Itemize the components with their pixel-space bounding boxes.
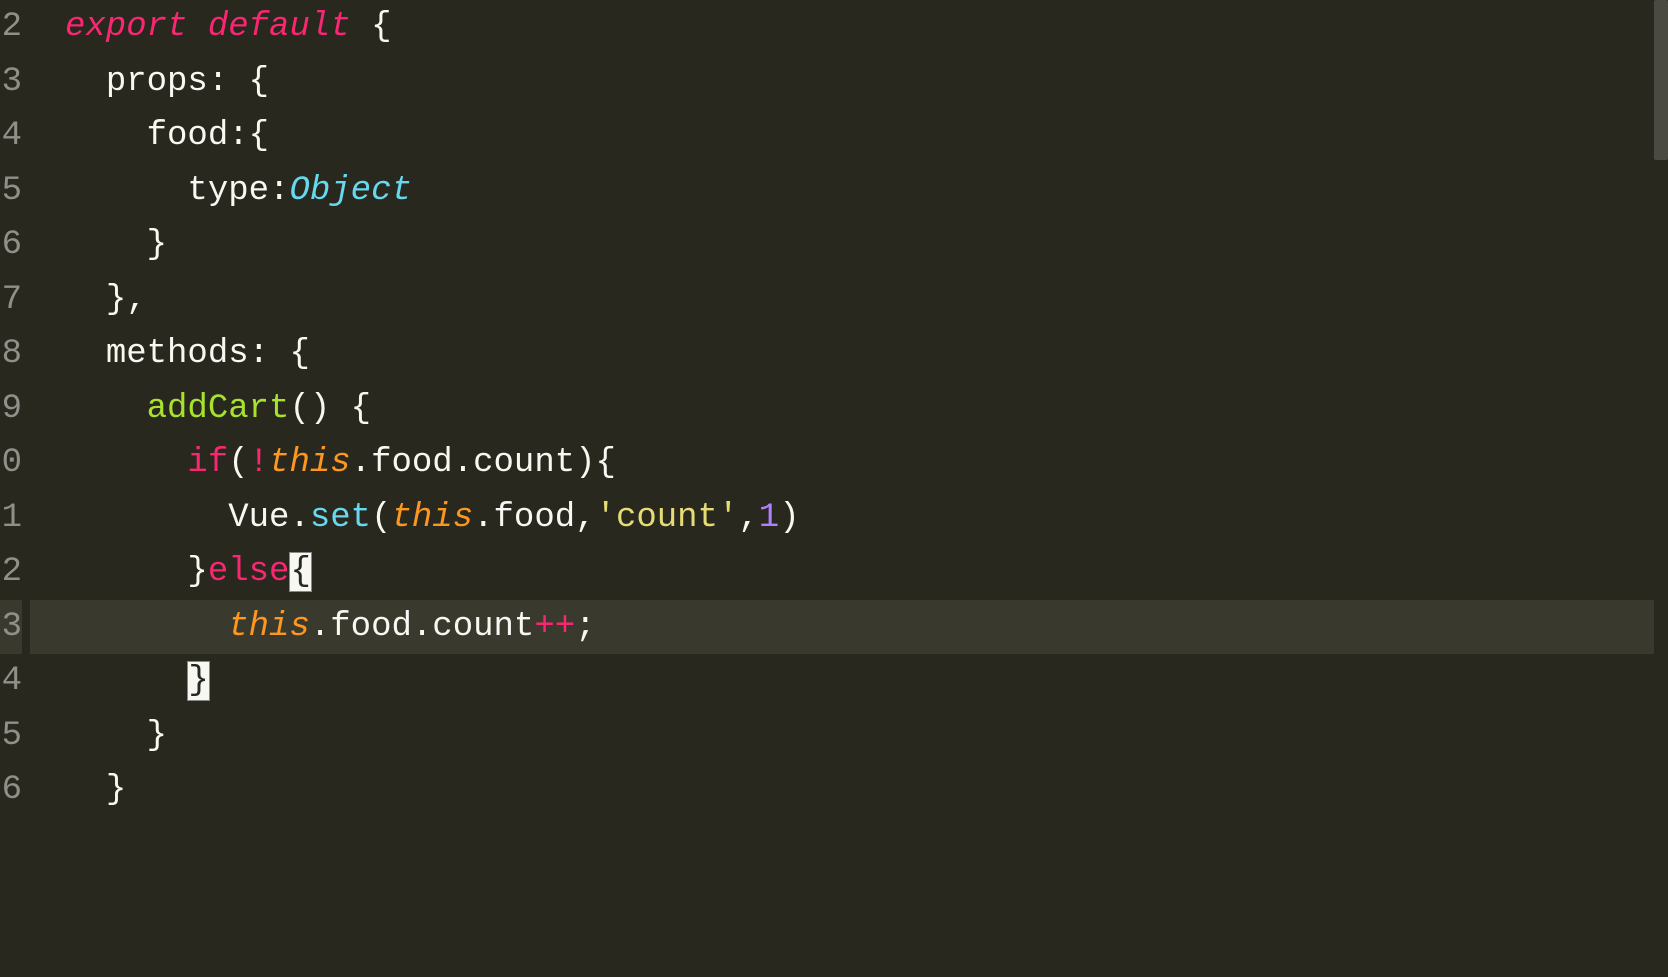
vertical-scrollbar[interactable] — [1654, 0, 1668, 977]
line-number: 7 — [0, 273, 22, 328]
op-increment: ++ — [534, 608, 575, 646]
code-line[interactable]: props: { — [30, 55, 1668, 110]
code-line[interactable]: addCart() { — [30, 382, 1668, 437]
line-number: 4 — [0, 109, 22, 164]
op-not: ! — [249, 444, 269, 482]
type-object: Object — [289, 172, 411, 210]
code-area[interactable]: export default { props: { food:{ type:Ob… — [30, 0, 1668, 977]
string-count: 'count' — [596, 499, 739, 537]
code-line[interactable]: } — [30, 763, 1668, 818]
prop-methods: methods — [106, 335, 249, 373]
brace-close: } — [147, 226, 167, 264]
code-line[interactable]: } — [30, 709, 1668, 764]
keyword-this: this — [228, 608, 310, 646]
line-number: 8 — [0, 327, 22, 382]
line-number: 5 — [0, 164, 22, 219]
code-line[interactable]: Vue.set(this.food,'count',1) — [30, 491, 1668, 546]
line-number: 5 — [0, 709, 22, 764]
brace-close: } — [106, 771, 126, 809]
bracket-match-close: } — [187, 661, 209, 701]
line-number: 0 — [0, 436, 22, 491]
prop-type: type — [187, 172, 269, 210]
scrollbar-thumb[interactable] — [1654, 0, 1668, 160]
line-number: 3 — [0, 55, 22, 110]
keyword-this: this — [391, 499, 473, 537]
keyword-this: this — [269, 444, 351, 482]
code-line-active[interactable]: this.food.count++; — [30, 600, 1668, 655]
code-line[interactable]: } — [30, 218, 1668, 273]
line-number: 1 — [0, 491, 22, 546]
code-line[interactable]: if(!this.food.count){ — [30, 436, 1668, 491]
brace-close: }, — [106, 281, 147, 319]
method-set: set — [310, 499, 371, 537]
prop-food: food — [147, 117, 229, 155]
prop-props: props — [106, 63, 208, 101]
line-number-active: 3 — [0, 600, 22, 655]
code-line[interactable]: }else{ — [30, 545, 1668, 600]
line-number: 6 — [0, 763, 22, 818]
line-number: 2 — [0, 0, 22, 55]
line-number-gutter: 2 3 4 5 6 7 8 9 0 1 2 3 4 5 6 — [0, 0, 30, 977]
code-line[interactable]: export default { — [30, 0, 1668, 55]
brace-open: { — [371, 8, 391, 46]
ident-vue: Vue — [228, 499, 289, 537]
code-editor: 2 3 4 5 6 7 8 9 0 1 2 3 4 5 6 export def… — [0, 0, 1668, 977]
line-number: 2 — [0, 545, 22, 600]
keyword-export: export — [65, 8, 187, 46]
code-line[interactable]: type:Object — [30, 164, 1668, 219]
code-line[interactable]: methods: { — [30, 327, 1668, 382]
line-number: 4 — [0, 654, 22, 709]
line-number: 6 — [0, 218, 22, 273]
func-addcart: addCart — [147, 390, 290, 428]
code-line[interactable]: }, — [30, 273, 1668, 328]
line-number: 9 — [0, 382, 22, 437]
keyword-else: else — [208, 553, 290, 591]
bracket-match-open: { — [289, 552, 311, 592]
code-line[interactable]: food:{ — [30, 109, 1668, 164]
code-line[interactable]: } — [30, 654, 1668, 709]
brace-close: } — [147, 717, 167, 755]
keyword-if: if — [187, 444, 228, 482]
keyword-default: default — [208, 8, 351, 46]
number-literal: 1 — [759, 499, 779, 537]
